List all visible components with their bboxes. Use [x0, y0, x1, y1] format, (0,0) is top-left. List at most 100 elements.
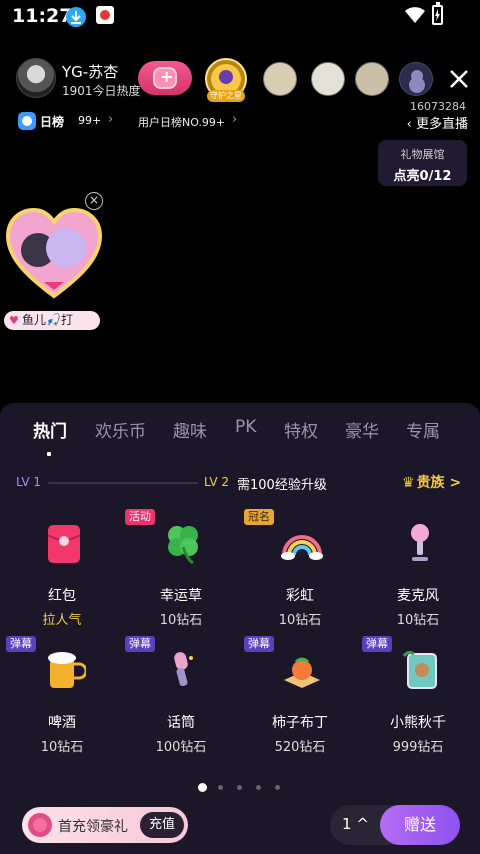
chevron-left-icon: ‹: [406, 117, 416, 132]
gift-name: 小熊秋千: [390, 715, 446, 731]
gift-price: 999钻石: [392, 740, 444, 755]
heart-frame-decoration[interactable]: [4, 204, 104, 304]
recharge-text: 首充领豪礼: [58, 819, 128, 835]
chevron-up-icon: ^: [351, 815, 369, 833]
host-avatar[interactable]: [16, 58, 56, 98]
tab-fun[interactable]: 趣味: [173, 417, 207, 442]
red-packet-icon: [47, 525, 81, 563]
noble-chevron: >: [449, 475, 462, 491]
battery-icon: [432, 2, 443, 25]
first-recharge-banner[interactable]: 首充领豪礼 充值: [22, 807, 188, 843]
tab-luxury[interactable]: 豪华: [345, 417, 379, 442]
gift-item-microphone[interactable]: 麦克风 10钻石: [358, 509, 478, 628]
viewer-avatar[interactable]: [311, 62, 345, 96]
clover-icon: [168, 526, 198, 565]
page-dot: [275, 785, 280, 790]
viewer-avatar[interactable]: [399, 62, 433, 96]
gift-name: 柿子布丁: [272, 715, 328, 731]
page-dot: [256, 785, 261, 790]
tab-exclusive[interactable]: 专属: [406, 417, 440, 442]
download-icon: [66, 7, 86, 27]
host-name[interactable]: YG-苏杏: [62, 61, 118, 82]
user-daily-rank[interactable]: 用户日榜NO.99+: [138, 114, 225, 130]
gift-price: 10钻石: [159, 613, 203, 628]
gift-price: 10钻石: [396, 613, 440, 628]
level-progress-row: LV 1 LV 2 需100经验升级 ♛ 贵族 >: [0, 471, 480, 495]
host-heat: 1901今日热度: [62, 84, 141, 98]
gift-item-rainbow[interactable]: 冠名 彩虹 10钻石: [240, 509, 360, 628]
heart-plus-icon: [153, 67, 177, 89]
gift-item-clover[interactable]: 活动 幸运草 10钻石: [121, 509, 241, 628]
gift-price: 10钻石: [40, 740, 84, 755]
gift-item-beer[interactable]: 弹幕 啤酒 10钻石: [2, 636, 122, 755]
gift-name: 幸运草: [160, 588, 202, 604]
tab-indicator: [47, 452, 51, 456]
rank-icon: [18, 112, 36, 130]
tab-happy-coin[interactable]: 欢乐币: [95, 417, 146, 442]
gift-name: 麦克风: [397, 588, 439, 604]
level-next: LV 2: [204, 475, 230, 489]
tab-pk[interactable]: PK: [235, 417, 256, 437]
quantity-value: 1: [342, 815, 352, 833]
noble-label: 贵族: [416, 475, 445, 491]
noble-link[interactable]: ♛ 贵族 >: [402, 472, 461, 492]
gift-flower-icon: [28, 813, 52, 837]
rainbow-icon: [281, 535, 323, 560]
gift-item-mic-stand[interactable]: 弹幕 话筒 100钻石: [121, 636, 241, 755]
viewer-avatar[interactable]: [355, 62, 389, 96]
tab-privilege[interactable]: 特权: [284, 417, 318, 442]
gift-tabs: 热门 欢乐币 趣味 PK 特权 豪华 专属: [0, 417, 480, 447]
handheld-mic-icon: [174, 652, 193, 687]
name-tag: 鱼儿🎣打: [4, 311, 100, 330]
guard-star-label: 守护之星: [207, 90, 245, 102]
follow-button[interactable]: [138, 61, 192, 95]
gift-price: 10钻石: [278, 613, 322, 628]
gift-item-persimmon-pudding[interactable]: 弹幕 柿子布丁 520钻石: [240, 636, 360, 755]
pudding-icon: [284, 657, 320, 688]
more-live-link[interactable]: ‹ 更多直播: [407, 113, 468, 132]
level-progress-track: [48, 482, 198, 484]
gift-tag-activity: 活动: [125, 509, 155, 525]
gift-price: 520钻石: [274, 740, 326, 755]
recharge-button[interactable]: 充值: [140, 812, 184, 838]
page-dot: [218, 785, 223, 790]
gift-tag-danmu: 弹幕: [6, 636, 36, 652]
close-icon[interactable]: [448, 68, 470, 90]
gift-name: 彩虹: [286, 588, 314, 604]
gift-item-red-packet[interactable]: 红包 拉人气: [2, 509, 122, 628]
bear-swing-icon: [402, 650, 437, 689]
gift-tag-danmu: 弹幕: [244, 636, 274, 652]
app-notification-icon: [96, 6, 114, 24]
page-dot: [198, 783, 207, 792]
gift-name: 话筒: [167, 715, 195, 731]
beer-icon: [48, 652, 86, 688]
rank-label: 日榜: [40, 115, 65, 129]
gift-panel: 热门 欢乐币 趣味 PK 特权 豪华 专属 LV 1 LV 2 需100经验升级…: [0, 403, 480, 854]
gift-price: 100钻石: [155, 740, 207, 755]
gallery-title: 礼物展馆: [400, 148, 445, 161]
send-group: 1 ^ 赠送: [330, 805, 460, 845]
gift-tag-sponsor: 冠名: [244, 509, 274, 525]
gift-gallery-card[interactable]: 礼物展馆 点亮0/12: [378, 140, 467, 186]
level-current: LV 1: [16, 475, 42, 489]
gallery-count: 点亮0/12: [393, 169, 452, 184]
status-time: 11:27: [12, 5, 73, 27]
frame-close-icon[interactable]: ×: [85, 192, 103, 210]
gift-item-bear-swing[interactable]: 弹幕 小熊秋千 999钻石: [358, 636, 478, 755]
quantity-selector[interactable]: 1 ^: [342, 815, 369, 833]
gift-tag-danmu: 弹幕: [362, 636, 392, 652]
viewer-avatar[interactable]: [263, 62, 297, 96]
chevron-right-icon: ›: [108, 112, 114, 127]
gift-tag-danmu: 弹幕: [125, 636, 155, 652]
status-bar: 11:27: [0, 0, 480, 34]
gift-name: 啤酒: [48, 715, 76, 731]
send-gift-button[interactable]: 赠送: [380, 805, 460, 845]
page-dot: [237, 785, 242, 790]
tab-hot[interactable]: 热门: [33, 417, 67, 442]
room-id: 16073284: [410, 100, 466, 113]
wifi-icon: [405, 7, 425, 23]
rank-value: 99+: [78, 114, 102, 127]
crown-icon: ♛: [402, 475, 415, 491]
gift-name: 红包: [48, 588, 76, 604]
chevron-right-icon: ›: [232, 112, 238, 127]
